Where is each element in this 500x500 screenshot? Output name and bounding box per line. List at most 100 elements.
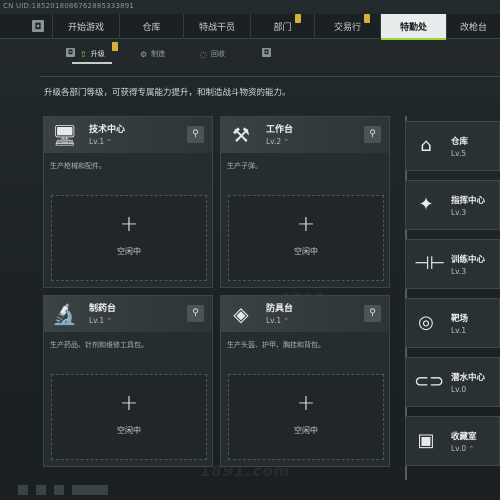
upgrade-arrow-icon: ⌃	[106, 138, 113, 146]
sub-left-icon[interactable]: ◘	[66, 48, 75, 57]
slot-status: 空闲中	[294, 426, 318, 435]
upgrade-arrow-icon: ⌃	[106, 317, 113, 325]
tab-label-text: 部门	[273, 23, 292, 33]
side-item-title: 指挥中心	[451, 196, 486, 206]
side-item-title: 收藏室	[451, 432, 477, 442]
production-slot[interactable]: + 空闲中	[51, 195, 207, 281]
tab-label: 交易行	[333, 14, 370, 33]
computer-icon: 🖥	[52, 123, 78, 147]
tab-warehouse[interactable]: 仓库	[119, 14, 183, 39]
tab-operators[interactable]: 特战干员	[183, 14, 250, 39]
subtab-underline	[72, 62, 112, 64]
level-text: Lv.1	[266, 316, 282, 325]
upgrade-arrow-icon: ⌃	[283, 317, 290, 325]
sub-right-icon[interactable]: ◘	[262, 48, 271, 57]
upgrade-arrow-icon: ⌃	[283, 138, 290, 146]
level-text: Lv.2	[266, 137, 282, 146]
top-nav-bar: ◘ 开始游戏 仓库 特战干员 部门 交易行 特勤处 改枪台	[0, 14, 500, 40]
armor-icon: ◈	[233, 302, 249, 326]
tab-gunsmith[interactable]: 改枪台	[446, 14, 500, 39]
collection-icon: ▣	[417, 430, 435, 451]
facility-card-workbench[interactable]: ⚒ 工作台 Lv.2 ⌃ ⚲ 生产子弹。 + 空闲中	[220, 116, 390, 288]
side-item-level: Lv.3	[451, 267, 467, 276]
slot-status: 空闲中	[294, 247, 318, 256]
sub-tab-bar: ◘ ⇧ 升级 ⚙ 制造 ◌ 回收 ◘	[0, 42, 500, 64]
side-item-level: Lv.5	[451, 149, 467, 158]
tab-special-ops[interactable]: 特勤处	[380, 14, 446, 40]
notification-badge	[294, 14, 301, 23]
tab-label: 特战干员	[198, 23, 235, 33]
side-item-level: Lv.0 ⌃	[451, 444, 474, 453]
recycle-icon: ◌	[200, 49, 207, 59]
page-description: 升级各部门等级，可获得专属能力提升，和制造战斗物资的能力。	[44, 88, 291, 98]
production-slot[interactable]: + 空闲中	[228, 374, 384, 460]
card-description: 生产头盔、护甲、胸挂和背包。	[227, 341, 325, 349]
subtab-label: 升级	[90, 50, 105, 58]
subtab-craft[interactable]: ⚙ 制造	[140, 46, 165, 62]
bottom-icon[interactable]	[18, 485, 28, 495]
subtab-recycle[interactable]: ◌ 回收	[200, 46, 225, 62]
command-icon: ✦	[418, 194, 434, 215]
production-slot[interactable]: + 空闲中	[51, 374, 207, 460]
plus-icon: +	[119, 391, 139, 416]
tab-exchange[interactable]: 交易行	[314, 14, 380, 39]
diving-mask-icon: ⊂⊃	[414, 371, 445, 392]
side-item-diving[interactable]: ⊂⊃ 潜水中心 Lv.0	[405, 357, 500, 407]
upgrade-icon: ⇧	[80, 49, 87, 59]
warehouse-icon: ⌂	[420, 135, 432, 156]
tab-department[interactable]: 部门	[250, 14, 314, 39]
tab-label-text: 交易行	[333, 23, 361, 33]
divider	[40, 76, 500, 77]
card-level: Lv.1 ⌃	[89, 137, 112, 146]
subtab-label: 回收	[210, 50, 225, 58]
dumbbell-icon: ⊣⊢	[414, 253, 446, 274]
side-item-collection[interactable]: ▣ 收藏室 Lv.0 ⌃	[405, 416, 500, 466]
card-level: Lv.2 ⌃	[266, 137, 289, 146]
notification-badge	[112, 42, 118, 51]
card-level: Lv.1 ⌃	[89, 316, 112, 325]
menu-left-icon[interactable]: ◘	[32, 20, 44, 32]
target-icon: ◎	[418, 312, 434, 333]
search-icon[interactable]: ⚲	[187, 126, 204, 143]
facility-card-tech-center[interactable]: 🖥 技术中心 Lv.1 ⌃ ⚲ 生产枪械和配件。 + 空闲中	[43, 116, 213, 288]
tab-label: 改枪台	[459, 23, 487, 33]
facility-card-armor[interactable]: ◈ 防具台 Lv.1 ⌃ ⚲ 生产头盔、护甲、胸挂和背包。 + 空闲中	[220, 295, 390, 467]
search-icon[interactable]: ⚲	[187, 305, 204, 322]
card-title: 工作台	[266, 125, 294, 135]
craft-icon: ⚙	[140, 49, 148, 59]
side-item-title: 靶场	[451, 314, 469, 324]
side-item-training[interactable]: ⊣⊢ 训练中心 Lv.3	[405, 239, 500, 289]
card-description: 生产子弹。	[227, 162, 262, 170]
bottom-icon[interactable]	[36, 485, 46, 495]
bottom-bar	[0, 480, 500, 500]
card-title: 防具台	[266, 304, 294, 314]
tab-label: 部门	[273, 14, 301, 33]
card-description: 生产药品、针剂和维修工具包。	[50, 341, 148, 349]
level-text: Lv.1	[89, 137, 105, 146]
side-item-level: Lv.0	[451, 385, 467, 394]
subtab-label: 制造	[151, 50, 166, 58]
production-slot[interactable]: + 空闲中	[228, 195, 384, 281]
side-item-command[interactable]: ✦ 指挥中心 Lv.3	[405, 180, 500, 230]
plus-icon: +	[296, 212, 316, 237]
side-item-warehouse[interactable]: ⌂ 仓库 Lv.5	[405, 121, 500, 171]
side-item-level: Lv.1	[451, 326, 467, 335]
tab-label: 特勤处	[399, 23, 427, 33]
search-icon[interactable]: ⚲	[364, 305, 381, 322]
tab-start-game[interactable]: 开始游戏	[52, 14, 119, 39]
facility-card-pharmacy[interactable]: 🔬 制药台 Lv.1 ⌃ ⚲ 生产药品、针剂和维修工具包。 + 空闲中	[43, 295, 213, 467]
tab-label: 仓库	[142, 23, 161, 33]
slot-status: 空闲中	[117, 426, 141, 435]
bottom-icon[interactable]	[72, 485, 108, 495]
bottom-icon[interactable]	[54, 485, 64, 495]
plus-icon: +	[296, 391, 316, 416]
side-item-title: 仓库	[451, 137, 469, 147]
tab-label: 开始游戏	[67, 23, 104, 33]
slot-status: 空闲中	[117, 247, 141, 256]
side-item-range[interactable]: ◎ 靶场 Lv.1	[405, 298, 500, 348]
subtab-upgrade[interactable]: ⇧ 升级	[80, 46, 105, 62]
card-title: 制药台	[89, 304, 117, 314]
search-icon[interactable]: ⚲	[364, 126, 381, 143]
user-id: CN UID:1852018086762885333891	[3, 2, 135, 10]
side-item-title: 潜水中心	[451, 373, 486, 383]
